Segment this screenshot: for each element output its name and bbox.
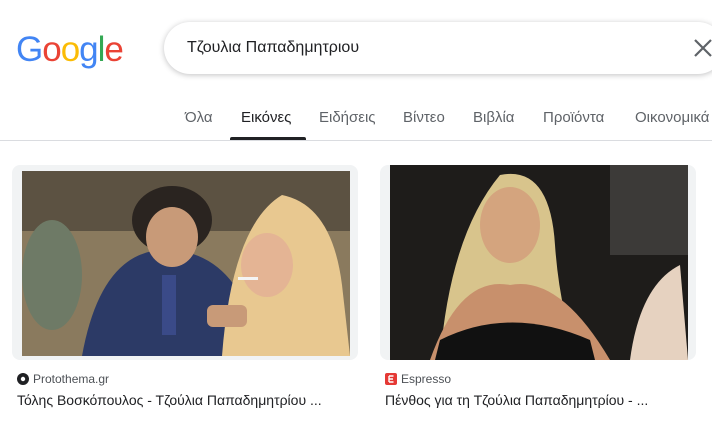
result-source-label: Protothema.gr — [33, 372, 110, 386]
logo-letter-2: o — [42, 30, 61, 69]
result-title[interactable]: Πένθος για τη Τζούλια Παπαδημητρίου - ..… — [385, 391, 691, 409]
espresso-favicon — [385, 373, 397, 385]
search-tabs: Όλα Εικόνες Ειδήσεις Βίντεο Βιβλία Προϊό… — [0, 96, 712, 140]
search-input[interactable] — [187, 36, 667, 60]
tab-finance[interactable]: Οικονομικά — [635, 96, 709, 140]
result-source: Protothema.gr — [17, 371, 109, 387]
result-source-label: Espresso — [401, 372, 452, 386]
search-box — [164, 22, 712, 74]
close-icon[interactable] — [692, 37, 712, 59]
tab-images[interactable]: Εικόνες — [241, 96, 291, 140]
tab-news[interactable]: Ειδήσεις — [319, 96, 376, 140]
result-title[interactable]: Τόλης Βοσκόπουλος - Τζούλια Παπαδημητρίο… — [17, 391, 353, 409]
tabs-divider — [0, 140, 712, 141]
logo-letter-4: g — [79, 30, 98, 69]
tab-products[interactable]: Προϊόντα — [543, 96, 604, 140]
google-logo[interactable]: Google — [16, 30, 124, 69]
result-thumbnail[interactable] — [380, 165, 696, 360]
logo-letter-6: e — [104, 30, 123, 69]
protothema-favicon — [17, 373, 29, 385]
result-thumbnail[interactable] — [12, 165, 358, 360]
tab-videos[interactable]: Βίντεο — [403, 96, 445, 140]
logo-letter-1: G — [16, 30, 43, 69]
logo-letter-3: o — [60, 30, 80, 69]
tab-all[interactable]: Όλα — [185, 96, 213, 140]
result-source: Espresso — [385, 371, 451, 387]
tab-books[interactable]: Βιβλία — [473, 96, 514, 140]
